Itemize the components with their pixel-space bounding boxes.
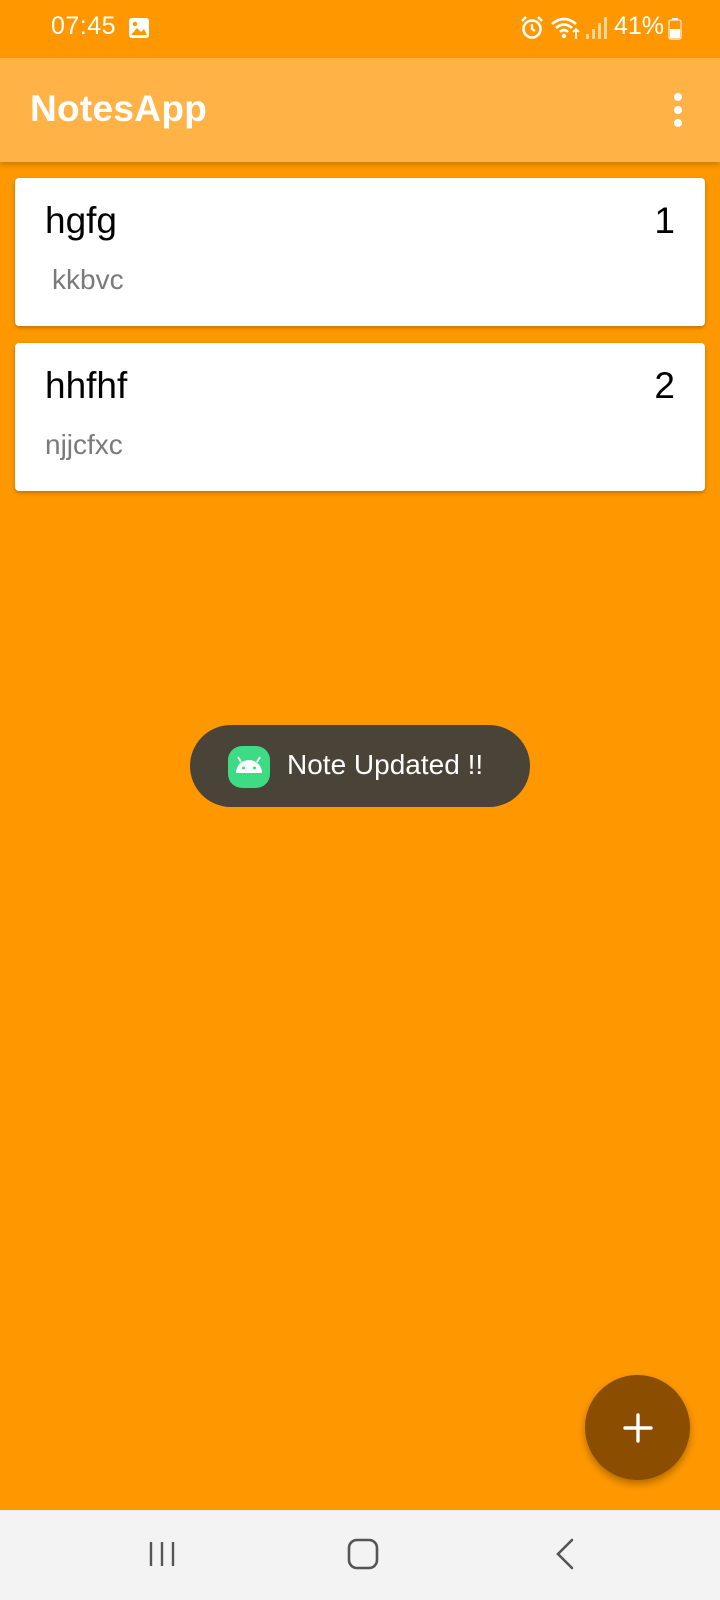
note-body: kkbvc (52, 264, 124, 295)
home-icon[interactable] (346, 1537, 380, 1571)
note-title: hgfg (45, 200, 118, 241)
gallery-icon (129, 18, 149, 38)
note-card[interactable]: hhfhf 2 njjcfxc (15, 343, 705, 491)
plus-icon (622, 1412, 653, 1443)
signal-icon (586, 17, 607, 39)
navigation-bar (0, 1510, 720, 1600)
note-body: njjcfxc (45, 429, 123, 460)
app-title: NotesApp (30, 88, 208, 129)
app-bar: NotesApp (0, 58, 720, 162)
note-title: hhfhf (45, 365, 128, 406)
android-app-icon (228, 746, 270, 788)
toast-message: Note Updated !! (190, 725, 530, 807)
recents-icon[interactable] (146, 1538, 178, 1570)
add-note-button[interactable] (585, 1375, 690, 1480)
more-vert-icon[interactable] (660, 86, 696, 134)
alarm-icon (521, 16, 543, 39)
status-bar: 07:45 41% (0, 0, 720, 58)
note-card[interactable]: hgfg 1 kkbvc (15, 178, 705, 326)
battery-icon (668, 18, 682, 40)
back-icon[interactable] (552, 1536, 580, 1572)
battery-percent: 41% (614, 12, 665, 40)
note-number: 2 (654, 365, 675, 406)
status-time: 07:45 (51, 12, 117, 40)
note-number: 1 (654, 200, 675, 241)
wifi-icon (551, 17, 580, 39)
toast-text: Note Updated !! (287, 749, 484, 780)
